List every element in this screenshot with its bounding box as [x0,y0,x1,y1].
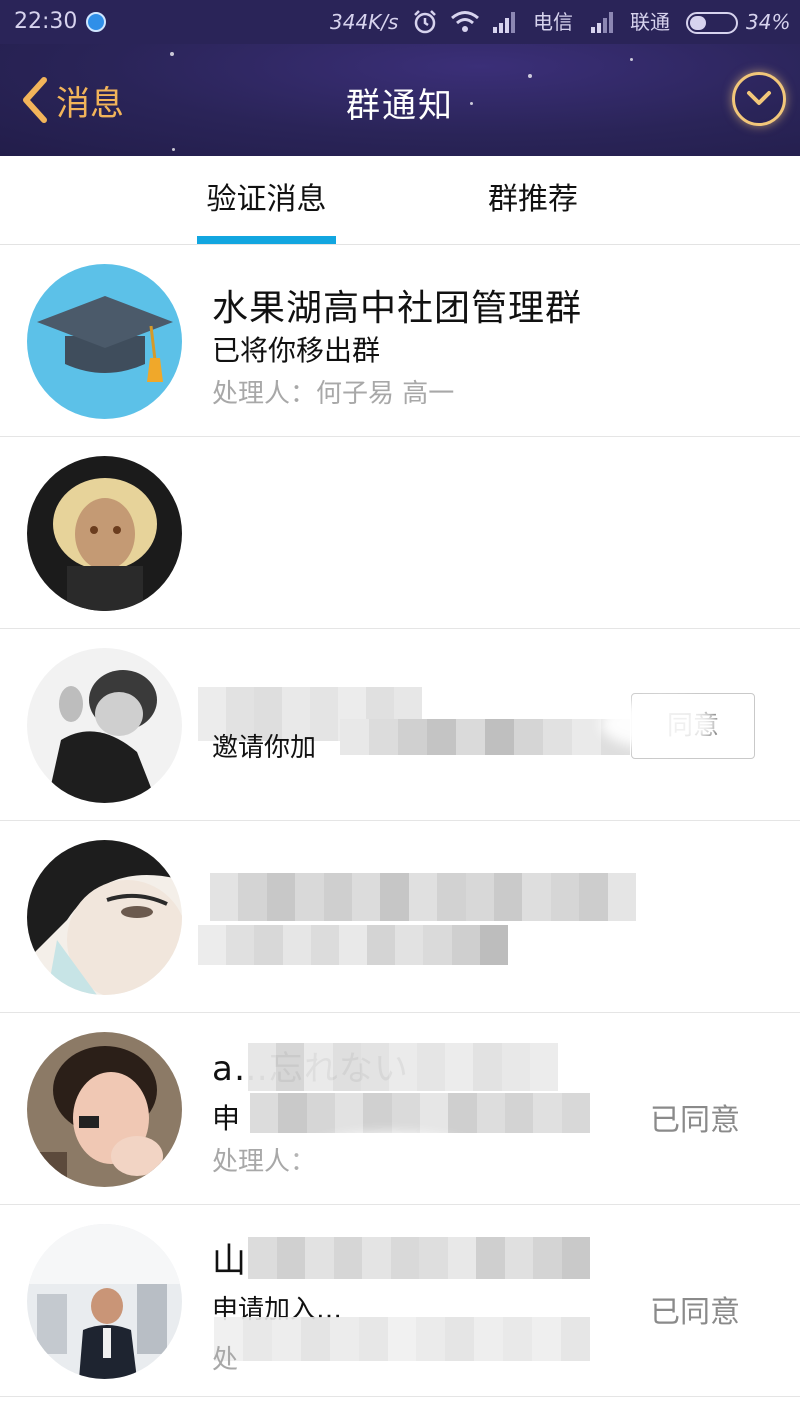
battery-percent: 34% [746,10,791,34]
carrier-1-label: 电信 [533,10,573,34]
redacted-title [210,873,636,921]
alarm-icon [414,10,436,34]
list-item[interactable]: a…忘れない 申 处理人： 已同意 [0,1013,800,1205]
more-menu-button[interactable] [732,72,786,126]
redacted-description [198,925,508,965]
redacted-description [340,719,630,755]
redacted-description [214,1317,590,1361]
group-name: 水果湖高中社团管理群 [212,288,583,329]
cloud-notification-icon [86,12,106,32]
redacted-title [248,1237,590,1279]
list-item[interactable]: 山 申请加入… 处 已同意 [0,1205,800,1397]
signal-strength-icon [493,12,515,33]
decorative-star [170,52,174,56]
avatar [27,1224,182,1379]
list-item[interactable]: 水果湖高中社团管理群 已将你移出群 处理人：何子易 高一 [0,245,800,437]
status-agreed: 已同意 [650,1295,740,1330]
avatar [27,264,182,419]
redacted-title [248,1043,558,1091]
page-title: 群通知 [346,86,454,126]
bw-photo-icon [27,648,182,803]
signal-strength-icon [591,12,613,33]
notification-description: 申 [212,1102,241,1135]
list-item[interactable]: 邀请你加 同意 [0,629,800,821]
avatar [27,456,182,611]
app-screen: 22:30 344K/s 电信 联通 34% 消息 群通知 验证消息 群推荐 水… [0,0,800,1424]
redaction-smudge [300,1133,480,1183]
notification-description: 邀请你加 [212,733,317,763]
status-time: 22:30 [14,9,78,34]
group-name: 山 [212,1241,247,1281]
redaction-smudge [600,699,720,749]
avatar [27,840,182,995]
list-item[interactable] [0,821,800,1013]
handler-label: 处 [212,1345,239,1375]
wifi-icon [451,11,479,32]
photo-man-icon [27,1224,182,1379]
illustrated-girl-icon [27,456,182,611]
tab-group-recommendations[interactable]: 群推荐 [470,156,596,244]
graduation-cap-icon [27,264,182,419]
tab-bar: 验证消息 群推荐 [0,156,800,245]
avatar [27,648,182,803]
notification-list: 水果湖高中社团管理群 已将你移出群 处理人：何子易 高一 邀请你加 申 处理人：… [0,245,800,1397]
notification-description: 已将你移出群 [212,334,381,367]
illustrated-face-icon [27,840,182,995]
handler-label: 处理人：何子易 高一 [212,379,455,409]
list-item[interactable] [0,437,800,779]
avatar [27,1032,182,1187]
decorative-star [172,148,175,151]
status-agreed: 已同意 [650,1103,740,1138]
active-tab-indicator [197,236,336,244]
status-bar: 22:30 344K/s 电信 联通 34% [0,0,800,44]
photo-girl-icon [27,1032,182,1187]
redacted-description [250,1093,590,1133]
tab-verify-messages[interactable]: 验证消息 [197,156,336,244]
decorative-star [630,58,633,61]
chevron-down-icon [747,91,771,105]
carrier-2-label: 联通 [630,10,670,34]
navigation-header: 消息 群通知 [0,44,800,156]
battery-icon [686,12,738,34]
network-speed: 344K/s [330,10,399,34]
